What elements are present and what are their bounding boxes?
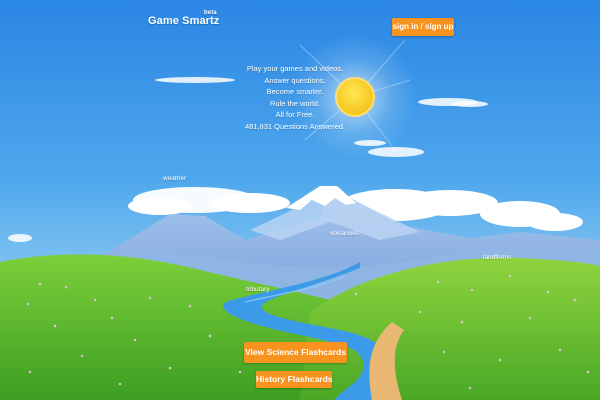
tagline-line: Answer questions.: [264, 75, 326, 85]
questions-answered-count: 481,831 Questions Answered.: [244, 121, 346, 131]
view-science-flashcards-button[interactable]: View Science Flashcards: [244, 342, 347, 363]
tagline-line: All for Free.: [275, 110, 315, 120]
beta-badge: beta: [204, 10, 217, 16]
hotspot-landforms[interactable]: landforms: [483, 254, 512, 261]
landing-page: Game Smartz beta sign in / sign up Play …: [0, 0, 600, 400]
tagline-line: Rule the world.: [269, 98, 321, 108]
logo-text: Game Smartz: [148, 15, 220, 27]
tagline: Play your games and videos. Answer quest…: [230, 63, 360, 133]
site-logo[interactable]: Game Smartz beta: [148, 10, 220, 27]
hotspot-tributary[interactable]: tributary: [246, 286, 269, 293]
hotspot-volcanoes[interactable]: volcanoes: [330, 230, 359, 237]
history-flashcards-button[interactable]: History Flashcards: [256, 371, 333, 388]
landscape-illustration: [0, 0, 600, 400]
sign-in-sign-up-button[interactable]: sign in / sign up: [392, 18, 454, 36]
hotspot-weather[interactable]: weather: [163, 175, 186, 182]
tagline-line: Become smarter.: [266, 87, 324, 97]
tagline-line: Play your games and videos.: [246, 64, 344, 73]
